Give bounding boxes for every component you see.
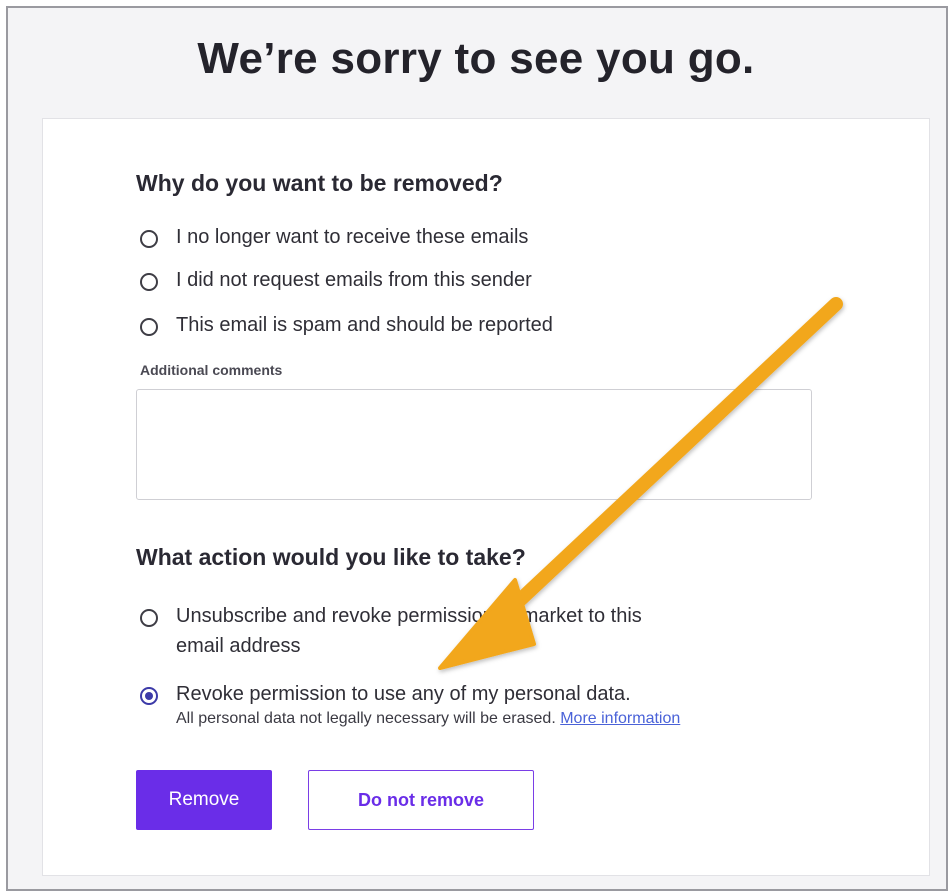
- action-option-label-line2: email address: [176, 635, 301, 657]
- reason-radio-3[interactable]: [140, 318, 158, 336]
- page-title: We’re sorry to see you go.: [197, 34, 755, 83]
- action-option-label: Unsubscribe and revoke permission to mar…: [176, 601, 642, 661]
- action-option-revoke-data[interactable]: Revoke permission to use any of my perso…: [140, 683, 680, 729]
- remove-button[interactable]: Remove: [136, 770, 272, 830]
- comments-textarea[interactable]: [136, 389, 812, 500]
- action-option-revoke-label: Revoke permission to use any of my perso…: [176, 683, 631, 705]
- erase-note-text: All personal data not legally necessary …: [176, 710, 556, 727]
- action-option-unsubscribe[interactable]: Unsubscribe and revoke permission to mar…: [140, 605, 642, 661]
- action-radio-revoke-data[interactable]: [140, 687, 158, 705]
- action-heading: What action would you like to take?: [136, 544, 526, 570]
- reason-radio-2[interactable]: [140, 273, 158, 291]
- action-option-label-line1: Unsubscribe and revoke permission to mar…: [176, 605, 642, 627]
- reason-option-label: This email is spam and should be reporte…: [176, 314, 553, 336]
- reason-option-label: I no longer want to receive these emails: [176, 226, 529, 248]
- reason-option-label: I did not request emails from this sende…: [176, 269, 532, 291]
- more-information-link[interactable]: More information: [560, 710, 680, 727]
- comments-label: Additional comments: [140, 362, 283, 378]
- reason-heading: Why do you want to be removed?: [136, 170, 503, 196]
- do-not-remove-button[interactable]: Do not remove: [308, 770, 534, 830]
- action-option-label: Revoke permission to use any of my perso…: [176, 679, 680, 729]
- reason-option-spam[interactable]: This email is spam and should be reporte…: [140, 314, 553, 340]
- reason-option-no-longer-want[interactable]: I no longer want to receive these emails: [140, 226, 528, 252]
- action-radio-unsubscribe[interactable]: [140, 609, 158, 627]
- reason-option-did-not-request[interactable]: I did not request emails from this sende…: [140, 269, 532, 295]
- erase-note: All personal data not legally necessary …: [176, 709, 680, 729]
- reason-radio-1[interactable]: [140, 230, 158, 248]
